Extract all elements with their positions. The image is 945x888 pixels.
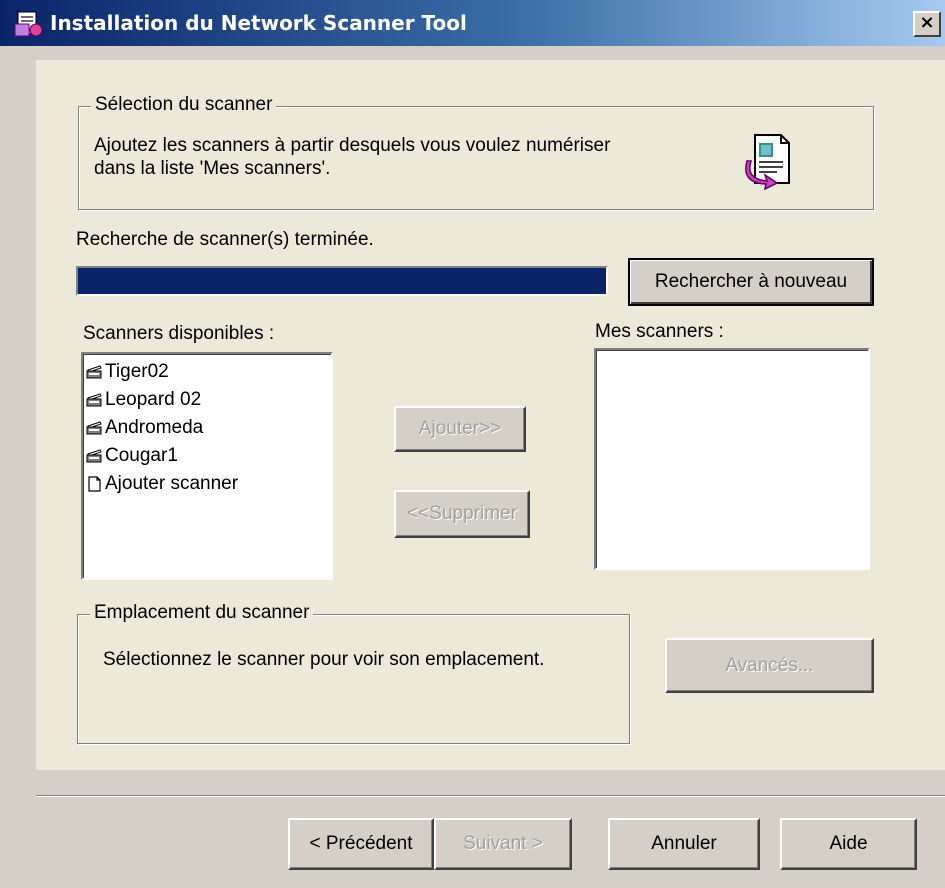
search-progress-fill (78, 268, 606, 294)
my-scanners-list[interactable] (594, 348, 870, 570)
list-item-label: Andromeda (105, 417, 204, 438)
selection-legend: Sélection du scanner (91, 94, 277, 116)
advanced-button[interactable]: Avancés... (665, 638, 874, 693)
search-progress-bar (76, 266, 608, 296)
list-item-label: Leopard 02 (105, 389, 202, 410)
rescan-button[interactable]: Rechercher à nouveau (628, 258, 874, 306)
add-scanner-button[interactable]: Ajouter>> (394, 406, 526, 452)
back-label: < Précédent (309, 833, 413, 854)
scanner-icon (86, 393, 102, 407)
scanner-icon (86, 421, 102, 435)
search-status-text: Recherche de scanner(s) terminée. (76, 229, 374, 250)
selection-description-line2: dans la liste 'Mes scanners'. (94, 158, 331, 179)
location-legend: Emplacement du scanner (90, 602, 314, 624)
help-button[interactable]: Aide (780, 818, 917, 870)
list-item-label: Cougar1 (105, 445, 178, 466)
available-scanners-label: Scanners disponibles : (83, 323, 275, 344)
available-scanners-list[interactable]: Tiger02 Leopard 02 Andromeda Cougar1 Ajo… (81, 352, 333, 580)
footer-separator (36, 795, 945, 797)
next-button[interactable]: Suivant > (434, 818, 572, 870)
close-icon: × (919, 12, 935, 33)
list-item-label: Ajouter scanner (105, 473, 239, 494)
remove-scanner-label: <<Supprimer (407, 503, 517, 524)
list-item[interactable]: Leopard 02 (83, 386, 331, 414)
next-label: Suivant > (463, 833, 543, 854)
scanner-icon (86, 365, 102, 379)
scanner-icon (86, 449, 102, 463)
document-arrow-icon (745, 134, 790, 191)
help-label: Aide (829, 833, 868, 854)
location-description: Sélectionnez le scanner pour voir son em… (103, 649, 545, 670)
advanced-label: Avancés... (725, 654, 814, 676)
setup-app-icon (14, 11, 43, 37)
list-item-label: Tiger02 (105, 361, 169, 382)
list-item[interactable]: Andromeda (83, 414, 331, 442)
add-scanner-label: Ajouter>> (418, 418, 502, 439)
page-icon (88, 476, 101, 492)
selection-group: Sélection du scanner Ajoutez les scanner… (78, 94, 874, 210)
cancel-label: Annuler (651, 833, 717, 854)
back-button[interactable]: < Précédent (288, 818, 434, 870)
location-group: Emplacement du scanner Sélectionnez le s… (77, 602, 630, 744)
selection-description-line1: Ajoutez les scanners à partir desquels v… (94, 135, 611, 156)
rescan-label: Rechercher à nouveau (654, 271, 848, 292)
list-item[interactable]: Ajouter scanner (83, 470, 331, 498)
title-bar: Installation du Network Scanner Tool × (0, 0, 945, 46)
cancel-button[interactable]: Annuler (608, 818, 760, 870)
my-scanners-label: Mes scanners : (595, 321, 724, 342)
close-button[interactable]: × (913, 11, 941, 37)
list-item[interactable]: Tiger02 (83, 358, 331, 386)
remove-scanner-button[interactable]: <<Supprimer (394, 490, 530, 538)
window-title: Installation du Network Scanner Tool (50, 11, 467, 35)
list-item[interactable]: Cougar1 (83, 442, 331, 470)
